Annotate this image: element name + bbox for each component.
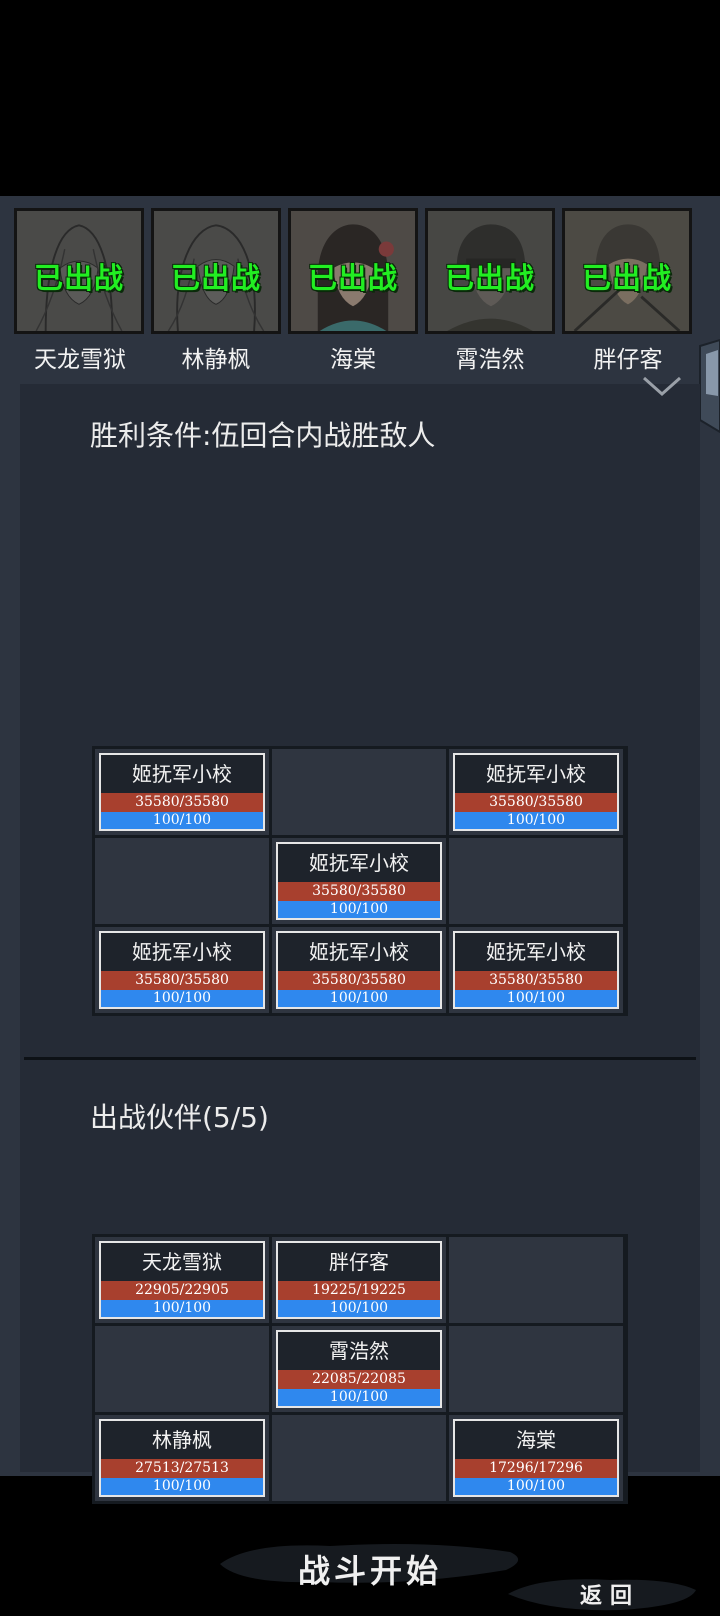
hp-bar: 35580/35580 (278, 882, 440, 901)
party-slot[interactable]: 胖仔客 19225/19225 100/100 (272, 1237, 446, 1323)
enemy-slot[interactable]: 姬抚军小校 35580/35580 100/100 (272, 838, 446, 924)
enemy-slot[interactable]: 姬抚军小校 35580/35580 100/100 (449, 927, 623, 1013)
unit-name: 林静枫 (152, 1428, 212, 1452)
unit-name: 姬抚军小校 (486, 940, 586, 964)
hp-bar: 19225/19225 (278, 1281, 440, 1300)
mp-bar: 100/100 (278, 901, 440, 918)
party-slot[interactable]: 林静枫 27513/27513 100/100 (95, 1415, 269, 1501)
hp-bar: 22905/22905 (101, 1281, 263, 1300)
enemy-slot[interactable]: 姬抚军小校 35580/35580 100/100 (95, 927, 269, 1013)
hero-portrait-2[interactable]: 已出战 (151, 208, 281, 334)
party-slot-empty[interactable] (95, 1326, 269, 1412)
hp-bar: 35580/35580 (455, 971, 617, 990)
hero-name-5: 胖仔客 (593, 347, 663, 373)
deployed-label: 已出战 (307, 261, 398, 295)
mp-bar: 100/100 (278, 1389, 440, 1406)
hp-bar: 27513/27513 (101, 1459, 263, 1478)
hero-portrait-4[interactable]: 已出战 (425, 208, 555, 334)
mp-bar: 100/100 (278, 1300, 440, 1317)
hero-name-3: 海棠 (330, 347, 376, 373)
party-slot[interactable]: 海棠 17296/17296 100/100 (449, 1415, 623, 1501)
hp-bar: 35580/35580 (455, 793, 617, 812)
deployed-label: 已出战 (444, 261, 535, 295)
victory-condition: 胜利条件:伍回合内战胜敌人 (90, 419, 436, 452)
deployed-label: 已出战 (581, 261, 672, 295)
enemy-slot[interactable]: 姬抚军小校 35580/35580 100/100 (95, 749, 269, 835)
party-card[interactable]: 林静枫 27513/27513 100/100 (99, 1419, 265, 1497)
enemy-slot[interactable]: 姬抚军小校 35580/35580 100/100 (449, 749, 623, 835)
hero-name-1: 天龙雪狱 (34, 347, 126, 373)
hp-bar: 35580/35580 (101, 971, 263, 990)
battle-panel: 胜利条件:伍回合内战胜敌人 姬抚军小校 35580/35580 100/100 … (20, 376, 700, 1611)
mp-bar: 100/100 (455, 812, 617, 829)
hp-bar: 17296/17296 (455, 1459, 617, 1478)
party-slot-empty[interactable] (449, 1326, 623, 1412)
unit-name: 霄浩然 (329, 1339, 389, 1363)
deployed-label: 已出战 (33, 261, 124, 295)
battle-start-button[interactable]: 战斗开始 (270, 1546, 470, 1592)
party-slot[interactable]: 霄浩然 22085/22085 100/100 (272, 1326, 446, 1412)
party-slot-empty[interactable] (272, 1415, 446, 1501)
unit-name: 海棠 (516, 1428, 556, 1452)
party-card[interactable]: 胖仔客 19225/19225 100/100 (276, 1241, 442, 1319)
party-title: 出战伙伴(5/5) (90, 1101, 269, 1134)
enemy-slot-empty[interactable] (272, 749, 446, 835)
hp-bar: 35580/35580 (101, 793, 263, 812)
deployed-label: 已出战 (170, 261, 261, 295)
party-slot-empty[interactable] (449, 1237, 623, 1323)
unit-name: 姬抚军小校 (132, 940, 232, 964)
unit-name: 姬抚军小校 (486, 762, 586, 786)
hero-portrait-5[interactable]: 已出战 (562, 208, 692, 334)
hero-portrait-3[interactable]: 已出战 (288, 208, 418, 334)
enemy-card[interactable]: 姬抚军小校 35580/35580 100/100 (276, 842, 442, 920)
hero-portrait-1[interactable]: 已出战 (14, 208, 144, 334)
mp-bar: 100/100 (455, 990, 617, 1007)
party-card[interactable]: 天龙雪狱 22905/22905 100/100 (99, 1241, 265, 1319)
unit-name: 姬抚军小校 (309, 851, 409, 875)
mp-bar: 100/100 (101, 1478, 263, 1495)
hero-name-4: 霄浩然 (455, 347, 525, 373)
mp-bar: 100/100 (455, 1478, 617, 1495)
unit-name: 天龙雪狱 (142, 1250, 222, 1274)
mp-bar: 100/100 (101, 1300, 263, 1317)
enemy-slot-empty[interactable] (95, 838, 269, 924)
party-formation-grid: 天龙雪狱 22905/22905 100/100 胖仔客 19225/19225… (92, 1234, 628, 1504)
section-divider (24, 1057, 696, 1060)
mp-bar: 100/100 (101, 812, 263, 829)
hero-name-2: 林静枫 (181, 347, 251, 373)
party-slot[interactable]: 天龙雪狱 22905/22905 100/100 (95, 1237, 269, 1323)
party-card[interactable]: 霄浩然 22085/22085 100/100 (276, 1330, 442, 1408)
enemy-card[interactable]: 姬抚军小校 35580/35580 100/100 (453, 931, 619, 1009)
unit-name: 姬抚军小校 (309, 940, 409, 964)
formation-screen: 已出战 已出战 已出战 已出战 已出战 天龙雪狱 林静枫 海棠 霄浩然 胖仔客 … (0, 196, 720, 1611)
enemy-card[interactable]: 姬抚军小校 35580/35580 100/100 (99, 753, 265, 831)
enemy-slot[interactable]: 姬抚军小校 35580/35580 100/100 (272, 927, 446, 1013)
enemy-card[interactable]: 姬抚军小校 35580/35580 100/100 (453, 753, 619, 831)
enemy-card[interactable]: 姬抚军小校 35580/35580 100/100 (276, 931, 442, 1009)
enemy-formation-grid: 姬抚军小校 35580/35580 100/100 姬抚军小校 35580/35… (92, 746, 628, 1016)
enemy-slot-empty[interactable] (449, 838, 623, 924)
mp-bar: 100/100 (101, 990, 263, 1007)
hp-bar: 35580/35580 (278, 971, 440, 990)
mp-bar: 100/100 (278, 990, 440, 1007)
chevron-down-icon[interactable] (640, 374, 684, 400)
back-button[interactable]: 返回 (560, 1578, 660, 1610)
unit-name: 胖仔客 (329, 1250, 389, 1274)
party-card[interactable]: 海棠 17296/17296 100/100 (453, 1419, 619, 1497)
hp-bar: 22085/22085 (278, 1370, 440, 1389)
enemy-card[interactable]: 姬抚军小校 35580/35580 100/100 (99, 931, 265, 1009)
unit-name: 姬抚军小校 (132, 762, 232, 786)
